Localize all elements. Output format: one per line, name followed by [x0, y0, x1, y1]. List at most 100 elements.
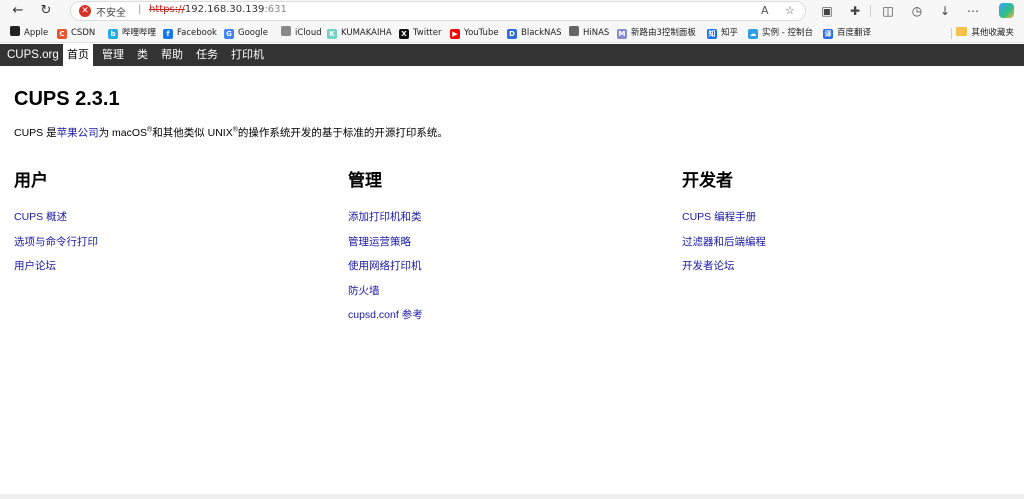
- bookmark-favicon-icon: 译: [823, 29, 833, 39]
- split-screen-icon[interactable]: ◫: [879, 2, 897, 20]
- link-command-line-printing[interactable]: 选项与命令行打印: [14, 236, 98, 248]
- bookmark-label: 新路由3控制面板: [631, 28, 696, 38]
- bookmark-item[interactable]: ▶ YouTube: [450, 26, 499, 40]
- bookmark-item[interactable]: C CSDN: [57, 26, 95, 40]
- nav-tab-home[interactable]: 首页: [63, 44, 93, 66]
- link-programming-manual[interactable]: CUPS 编程手册: [682, 211, 756, 223]
- bookmark-label: CSDN: [71, 28, 96, 38]
- link-add-printers[interactable]: 添加打印机和类: [348, 211, 422, 223]
- link-cupsd-conf-reference[interactable]: cupsd.conf 参考: [348, 309, 423, 321]
- list-item: 添加打印机和类: [348, 209, 648, 234]
- link-cups-overview[interactable]: CUPS 概述: [14, 211, 67, 223]
- list-item: cupsd.conf 参考: [348, 307, 648, 332]
- bookmark-label: Twitter: [413, 28, 442, 38]
- bookmark-item[interactable]: Apple: [10, 26, 48, 40]
- link-developer-forum[interactable]: 开发者论坛: [682, 260, 735, 272]
- url-port: :631: [264, 4, 287, 15]
- users-heading: 用户: [14, 171, 48, 190]
- other-bookmarks-folder[interactable]: 其他收藏夹: [956, 26, 1014, 40]
- list-item: 选项与命令行打印: [14, 234, 314, 259]
- back-icon[interactable]: ←: [8, 2, 28, 20]
- page-title: CUPS 2.3.1: [14, 88, 120, 110]
- bookmark-item[interactable]: K KUMAKAIHA: [327, 26, 392, 40]
- history-icon[interactable]: ◷: [908, 2, 926, 20]
- browser-toolbar: ← ↻ ✕ 不安全 | https://192.168.30.139:631 A…: [0, 0, 1024, 23]
- bookmark-favicon-icon: b: [108, 29, 118, 39]
- nav-tab-help[interactable]: 帮助: [157, 44, 187, 66]
- users-links: CUPS 概述 选项与命令行打印 用户论坛: [14, 209, 314, 283]
- bookmark-item[interactable]: 知知乎: [707, 26, 738, 40]
- list-item: 过滤器和后端编程: [682, 234, 982, 259]
- admin-links: 添加打印机和类 管理运营策略 使用网络打印机 防火墙 cupsd.conf 参考: [348, 209, 648, 332]
- insecure-label[interactable]: 不安全: [96, 4, 126, 19]
- link-firewalls[interactable]: 防火墙: [348, 285, 380, 297]
- link-user-forum[interactable]: 用户论坛: [14, 260, 56, 272]
- refresh-icon[interactable]: ↻: [36, 2, 56, 20]
- bookmark-favicon-icon: [10, 26, 20, 36]
- nav-brand-link[interactable]: CUPS.org: [3, 44, 63, 66]
- nav-tab-admin[interactable]: 管理: [98, 44, 128, 66]
- nav-tab-jobs[interactable]: 任务: [192, 44, 222, 66]
- bookmark-favicon-icon: [569, 26, 579, 36]
- intro-suffix: 的操作系统开发的基于标准的开源打印系统。: [237, 127, 448, 139]
- admin-column: 管理 添加打印机和类 管理运营策略 使用网络打印机 防火墙 cupsd.conf…: [348, 166, 648, 332]
- extensions-icon[interactable]: ✚: [846, 2, 864, 20]
- intro-mid2: 和其他类似 UNIX: [152, 127, 233, 139]
- nav-tab-printers[interactable]: 打印机: [227, 44, 268, 66]
- security-warning-icon[interactable]: ✕: [79, 5, 91, 17]
- list-item: 使用网络打印机: [348, 258, 648, 283]
- list-item: CUPS 概述: [14, 209, 314, 234]
- bookmark-label: HiNAS: [583, 28, 610, 38]
- bookmark-favicon-icon: M: [617, 29, 627, 39]
- bookmark-item[interactable]: D BlackNAS: [507, 26, 562, 40]
- bookmark-label: BlackNAS: [521, 28, 562, 38]
- users-column: 用户 CUPS 概述 选项与命令行打印 用户论坛: [14, 166, 314, 283]
- url-scheme: https://: [149, 4, 185, 15]
- bookmark-favicon-icon: G: [224, 29, 234, 39]
- bookmark-label: 百度翻译: [837, 28, 872, 38]
- collections-icon[interactable]: ▣: [818, 2, 836, 20]
- intro-mid1: 为 macOS: [98, 127, 148, 139]
- nav-tab-classes[interactable]: 类: [133, 44, 152, 66]
- favorite-star-icon[interactable]: ☆: [785, 4, 795, 17]
- bookmark-item[interactable]: G Google: [224, 26, 268, 40]
- bookmark-item[interactable]: b 哔哩哔哩: [108, 26, 156, 40]
- downloads-icon[interactable]: ↓: [936, 2, 954, 20]
- intro-prefix: CUPS 是: [14, 127, 57, 139]
- developers-column: 开发者 CUPS 编程手册 过滤器和后端编程 开发者论坛: [682, 166, 982, 283]
- bookmark-item[interactable]: ☁ 实例 - 控制台: [748, 26, 813, 40]
- copilot-icon[interactable]: [999, 3, 1014, 18]
- read-aloud-icon[interactable]: A: [761, 4, 769, 17]
- link-network-printers[interactable]: 使用网络打印机: [348, 260, 422, 272]
- address-bar[interactable]: ✕ 不安全 | https://192.168.30.139:631 A ☆: [70, 1, 806, 21]
- url-text[interactable]: https://192.168.30.139:631: [149, 4, 287, 15]
- link-filter-backend-programming[interactable]: 过滤器和后端编程: [682, 236, 766, 248]
- developers-heading: 开发者: [682, 171, 733, 190]
- admin-heading: 管理: [348, 171, 382, 190]
- bookmark-label: KUMAKAIHA: [341, 28, 392, 38]
- bookmark-item[interactable]: M 新路由3控制面板: [617, 26, 696, 40]
- list-item: 防火墙: [348, 283, 648, 308]
- bookmark-item[interactable]: X Twitter: [399, 26, 442, 40]
- list-item: 用户论坛: [14, 258, 314, 283]
- list-item: CUPS 编程手册: [682, 209, 982, 234]
- link-operation-policies[interactable]: 管理运营策略: [348, 236, 411, 248]
- bookmark-label: iCloud: [295, 28, 322, 38]
- bookmark-item[interactable]: 译百度翻译: [823, 26, 871, 40]
- apple-link[interactable]: 苹果公司: [57, 127, 99, 139]
- bookmarks-bar: Apple C CSDN b 哔哩哔哩 f Facebook G Google iCloud K KU…: [0, 23, 1024, 43]
- bookmark-item[interactable]: iCloud: [281, 26, 322, 40]
- bookmark-favicon-icon: X: [399, 29, 409, 39]
- bookmark-item[interactable]: f Facebook: [163, 26, 217, 40]
- list-item: 管理运营策略: [348, 234, 648, 259]
- bookmark-favicon-icon: D: [507, 29, 517, 39]
- url-host: 192.168.30.139: [184, 4, 265, 15]
- window-bottom-edge: [0, 494, 1024, 499]
- bookmark-favicon-icon: f: [163, 29, 173, 39]
- cups-navbar: CUPS.org 首页 管理 类 帮助 任务 打印机: [0, 44, 1024, 66]
- more-menu-icon[interactable]: ⋯: [964, 2, 982, 20]
- bookmark-item[interactable]: HiNAS: [569, 26, 609, 40]
- developers-links: CUPS 编程手册 过滤器和后端编程 开发者论坛: [682, 209, 982, 283]
- bookmark-label: Apple: [24, 28, 49, 38]
- address-separator: |: [138, 4, 142, 15]
